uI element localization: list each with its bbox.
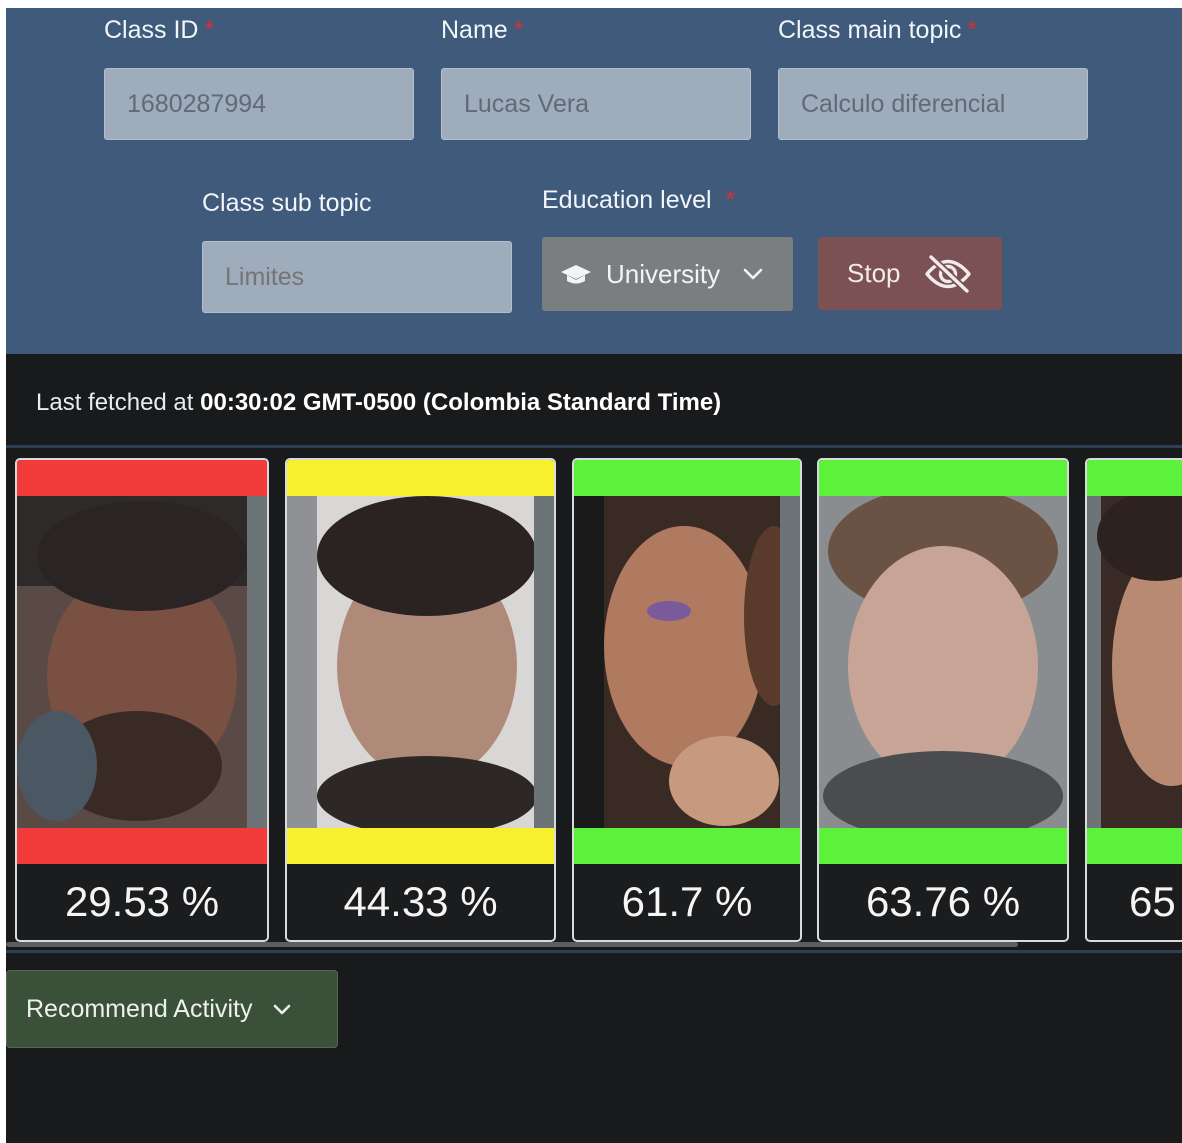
recommend-activity-button[interactable]: Recommend Activity [6,970,338,1048]
stop-button[interactable]: Stop [818,237,1002,310]
attention-bar-bottom [287,828,554,864]
attention-bar-top [287,460,554,496]
student-photo [819,496,1067,828]
chevron-down-icon [274,1004,291,1014]
student-photo [287,496,554,828]
stop-button-label: Stop [847,258,901,288]
attention-percent: 61.7 % [621,878,753,925]
attention-bar-top [574,460,800,496]
horizontal-scrollbar[interactable] [6,942,1018,947]
student-photo [1087,496,1182,828]
last-fetched-text: Last fetched at 00:30:02 GMT-0500 (Colom… [36,389,721,417]
attention-bar-top [819,460,1067,496]
student-photo [17,496,267,828]
recommend-activity-label: Recommend Activity [26,994,253,1023]
name-label: Name * [441,16,524,44]
class-form: Class ID* Name* Class main topic* Class … [6,8,1182,354]
eye-slash-icon [924,253,971,294]
last-fetched-time: 00:30:02 GMT-0500 (Colombia Standard Tim… [200,389,722,416]
chevron-down-icon [743,268,763,280]
main-topic-label: Class main topic * [778,16,978,44]
education-level-value: University [606,258,721,289]
attention-percent: 44.33 % [343,878,498,925]
attention-bar-bottom [574,828,800,864]
attention-bar-bottom [17,828,267,864]
attention-percent: 63.76 % [865,878,1021,925]
divider [6,445,1182,448]
attention-bar-bottom [819,828,1067,864]
required-marker: * [725,186,736,214]
class-id-label: Class ID * [104,16,215,44]
sub-topic-label: Class sub topic [202,189,372,217]
student-card[interactable]: 61.7 % [572,458,802,942]
class-id-input[interactable] [104,68,414,140]
sub-topic-input[interactable] [202,241,512,313]
student-card[interactable]: 65 [1085,458,1182,942]
student-card[interactable]: 63.76 % [817,458,1069,942]
app-frame: Class ID* Name* Class main topic* Class … [6,8,1182,1143]
last-fetched-prefix: Last fetched at [36,389,194,416]
attention-bar-bottom [1087,828,1182,864]
student-card[interactable]: 44.33 % [285,458,556,942]
required-marker: * [204,16,215,44]
main-topic-input[interactable] [778,68,1088,140]
required-marker: * [967,16,978,44]
required-marker: * [513,16,524,44]
attention-percent: 29.53 % [64,878,220,925]
attention-bar-top [17,460,267,496]
student-photo [574,496,800,828]
graduation-cap-icon [561,265,591,284]
education-level-label: Education level * [542,186,736,214]
divider [6,950,1182,953]
name-input[interactable] [441,68,751,140]
education-level-select[interactable]: University [542,237,793,311]
attention-bar-top [1087,460,1182,496]
attention-percent: 65 [1129,878,1176,925]
student-card[interactable]: 29.53 % [15,458,269,942]
